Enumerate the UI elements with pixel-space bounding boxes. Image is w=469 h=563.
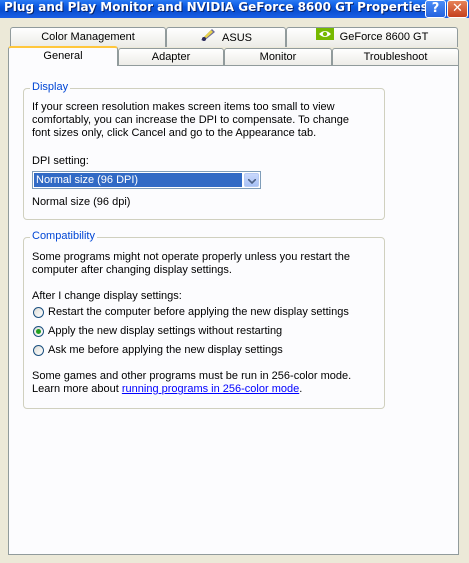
radio-selected-dot: [36, 329, 41, 334]
tab-label: Adapter: [151, 51, 191, 63]
radio-restart-computer[interactable]: [33, 307, 44, 318]
display-description-line-3: font sizes only, click Cancel and go to …: [32, 127, 317, 139]
chevron-down-icon[interactable]: [244, 173, 259, 187]
help-button[interactable]: ?: [425, 0, 446, 18]
tab-label: General: [43, 50, 83, 62]
nvidia-logo-icon: [315, 28, 334, 46]
learn-more-suffix: .: [299, 383, 303, 395]
tab-asus[interactable]: ASUS: [166, 27, 286, 47]
tab-label: Color Management: [41, 31, 135, 43]
after-change-label: After I change display settings:: [32, 290, 182, 302]
radio-ask-me[interactable]: [33, 345, 44, 356]
tab-label: ASUS: [222, 31, 252, 44]
display-group-title: Display: [30, 81, 71, 93]
asus-utility-icon: [200, 28, 216, 48]
title-bar[interactable]: Plug and Play Monitor and NVIDIA GeForce…: [0, 0, 469, 18]
display-description-line-1: If your screen resolution makes screen i…: [32, 101, 335, 113]
tab-label: Monitor: [259, 51, 297, 63]
tab-label: GeForce 8600 GT: [339, 31, 429, 43]
tab-general[interactable]: General: [8, 46, 118, 66]
learn-more-line: Learn more about running programs in 256…: [32, 383, 302, 396]
tab-color-management[interactable]: Color Management: [10, 27, 166, 47]
general-tab-panel: Display If your screen resolution makes …: [8, 65, 459, 555]
dpi-selected-value: Normal size (96 DPI): [34, 173, 242, 187]
tab-troubleshoot[interactable]: Troubleshoot: [332, 48, 459, 66]
dpi-current-note: Normal size (96 dpi): [32, 196, 131, 208]
window-title: Plug and Play Monitor and NVIDIA GeForce…: [4, 0, 428, 14]
display-description-line-2: comfortably, you can increase the DPI to…: [32, 114, 349, 126]
radio-restart-computer-label[interactable]: Restart the computer before applying the…: [48, 306, 349, 319]
tab-adapter[interactable]: Adapter: [118, 48, 224, 66]
games-256-color-text: Some games and other programs must be ru…: [32, 370, 352, 382]
running-programs-256-color-link[interactable]: running programs in 256-color mode: [122, 383, 299, 395]
radio-apply-without-restart[interactable]: [33, 326, 44, 337]
radio-apply-without-restart-label[interactable]: Apply the new display settings without r…: [48, 325, 282, 338]
tab-label: Troubleshoot: [363, 51, 428, 63]
learn-more-prefix: Learn more about: [32, 383, 122, 395]
tab-monitor[interactable]: Monitor: [224, 48, 332, 66]
compatibility-group-title: Compatibility: [30, 230, 97, 242]
dpi-setting-label: DPI setting:: [32, 155, 89, 167]
dpi-setting-dropdown[interactable]: Normal size (96 DPI): [32, 171, 261, 189]
tab-geforce[interactable]: GeForce 8600 GT: [286, 27, 458, 47]
compat-description-line-2: computer after changing display settings…: [32, 264, 232, 276]
close-button[interactable]: ✕: [447, 0, 468, 18]
compat-description-line-1: Some programs might not operate properly…: [32, 251, 350, 263]
radio-ask-me-label[interactable]: Ask me before applying the new display s…: [48, 344, 283, 357]
